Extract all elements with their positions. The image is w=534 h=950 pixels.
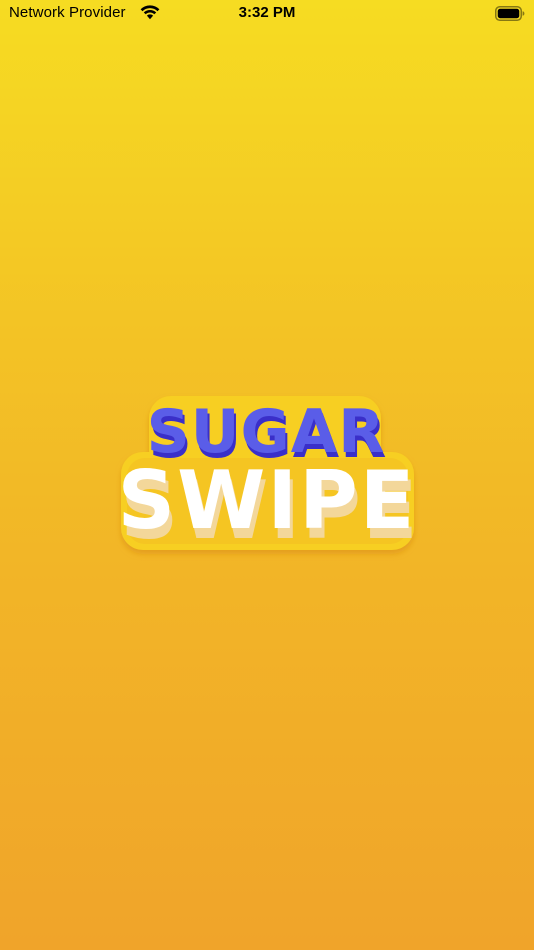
app-logo: SUGAR SUGAR SWIPE SWIPE [115,390,420,565]
status-bar: Network Provider 3:32 PM [0,0,534,28]
battery-icon [495,6,525,21]
logo-line2: SWIPE [118,454,417,547]
clock: 3:32 PM [238,4,296,21]
